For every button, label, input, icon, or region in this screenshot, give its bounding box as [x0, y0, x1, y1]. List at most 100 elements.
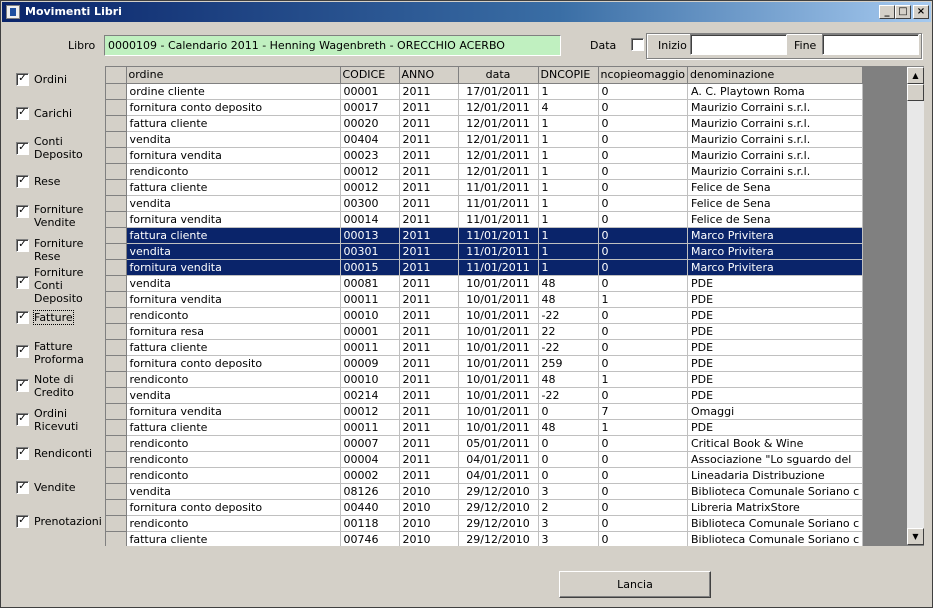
filter-checkbox[interactable]: ✓ [16, 73, 29, 86]
filter-checkbox-label[interactable]: Prenotazioni [34, 515, 102, 528]
row-selector[interactable] [106, 307, 127, 324]
maximize-button[interactable]: □ [895, 5, 911, 19]
filter-checkbox[interactable]: ✓ [16, 311, 29, 324]
table-row[interactable]: fornitura vendita 00015 2011 11/01/2011 1 0 Ma… [106, 259, 864, 276]
table-row[interactable]: fattura cliente 00013 2011 11/01/2011 1 0 Marc… [106, 227, 864, 244]
row-selector[interactable] [106, 131, 127, 148]
filter-checkbox[interactable]: ✓ [16, 447, 29, 460]
row-selector[interactable] [106, 371, 127, 388]
column-header[interactable]: DNCOPIE [538, 67, 599, 84]
data-checkbox[interactable] [631, 38, 644, 51]
filter-checkbox-label[interactable]: Note di Credito [34, 373, 74, 399]
scroll-up-button[interactable]: ▲ [907, 67, 924, 84]
row-selector[interactable] [106, 323, 127, 340]
row-selector[interactable] [106, 467, 127, 484]
lancia-button[interactable]: Lancia [559, 571, 711, 598]
table-row[interactable]: fornitura conto deposito 00440 2010 29/12/2… [106, 499, 864, 516]
row-selector[interactable] [106, 179, 127, 196]
filter-checkbox[interactable]: ✓ [16, 345, 29, 358]
filter-checkbox[interactable]: ✓ [16, 239, 29, 252]
table-row[interactable]: rendiconto 00002 2011 04/01/2011 0 0 Lineadari… [106, 467, 864, 484]
column-header[interactable]: ANNO [399, 67, 459, 84]
table-row[interactable]: fornitura conto deposito 00009 2011 10/01/2… [106, 355, 864, 372]
filter-checkbox[interactable]: ✓ [16, 142, 29, 155]
fine-input[interactable] [822, 34, 919, 55]
filter-checkbox-label[interactable]: Rese [34, 175, 60, 188]
scroll-thumb[interactable] [907, 84, 924, 101]
table-row[interactable]: fornitura vendita 00012 2011 10/01/2011 0 7 Om… [106, 403, 864, 420]
row-selector[interactable] [106, 291, 127, 308]
table-row[interactable]: rendiconto 00012 2011 12/01/2011 1 0 Maurizio … [106, 163, 864, 180]
table-row[interactable]: rendiconto 00004 2011 04/01/2011 0 0 Associazi… [106, 451, 864, 468]
row-selector[interactable] [106, 403, 127, 420]
row-selector[interactable] [106, 275, 127, 292]
filter-checkbox[interactable]: ✓ [16, 515, 29, 528]
row-selector[interactable] [106, 387, 127, 404]
close-button[interactable]: × [913, 5, 929, 19]
filter-checkbox-label[interactable]: Fatture Proforma [34, 340, 84, 366]
row-selector[interactable] [106, 515, 127, 532]
table-row[interactable]: vendita 00404 2011 12/01/2011 1 0 Maurizio Cor… [106, 131, 864, 148]
filter-checkbox-label[interactable]: Vendite [34, 481, 76, 494]
table-row[interactable]: fattura cliente 00746 2010 29/12/2010 3 0 Bibl… [106, 531, 864, 546]
table-row[interactable]: fornitura vendita 00011 2011 10/01/2011 48 1 P… [106, 291, 864, 308]
row-selector[interactable] [106, 531, 127, 546]
table-row[interactable]: fornitura vendita 00023 2011 12/01/2011 1 0 Ma… [106, 147, 864, 164]
row-selector[interactable] [106, 435, 127, 452]
libro-field[interactable]: 0000109 - Calendario 2011 - Henning Wage… [104, 35, 561, 56]
table-row[interactable]: fattura cliente 00020 2011 12/01/2011 1 0 Maur… [106, 115, 864, 132]
row-selector[interactable] [106, 339, 127, 356]
filter-checkbox[interactable]: ✓ [16, 481, 29, 494]
filter-checkbox-label[interactable]: Rendiconti [34, 447, 92, 460]
scroll-down-button[interactable]: ▼ [907, 528, 924, 545]
table-row[interactable]: rendiconto 00007 2011 05/01/2011 0 0 Critical … [106, 435, 864, 452]
filter-checkbox-label[interactable]: Ordini [34, 73, 67, 86]
minimize-button[interactable]: _ [879, 5, 895, 19]
filter-checkbox[interactable]: ✓ [16, 205, 29, 218]
row-selector[interactable] [106, 211, 127, 228]
inizio-input[interactable] [690, 34, 787, 55]
table-row[interactable]: fornitura resa 00001 2011 10/01/2011 22 0 PDE [106, 323, 864, 340]
table-row[interactable]: vendita 00301 2011 11/01/2011 1 0 Marco Privit… [106, 243, 864, 260]
title-bar[interactable]: Movimenti Libri _ □ × [2, 2, 931, 22]
column-header[interactable]: ordine [126, 67, 341, 84]
filter-checkbox-label[interactable]: Forniture Rese [34, 237, 83, 263]
column-header[interactable]: CODICE [340, 67, 400, 84]
filter-checkbox-label[interactable]: Conti Deposito [34, 135, 83, 161]
filter-checkbox[interactable]: ✓ [16, 276, 29, 289]
row-selector[interactable] [106, 259, 127, 276]
row-selector[interactable] [106, 419, 127, 436]
movements-grid[interactable]: ordine CODICE ANNO data DNCOPIE ncopieomaggio… [105, 66, 924, 546]
table-row[interactable]: fattura cliente 00012 2011 11/01/2011 1 0 Feli… [106, 179, 864, 196]
table-row[interactable]: rendiconto 00010 2011 10/01/2011 -22 0 PDE [106, 307, 864, 324]
table-row[interactable]: fattura cliente 00011 2011 10/01/2011 -22 0 PD… [106, 339, 864, 356]
table-row[interactable]: rendiconto 00010 2011 10/01/2011 48 1 PDE [106, 371, 864, 388]
filter-checkbox-label[interactable]: Carichi [34, 107, 72, 120]
table-row[interactable]: vendita 00214 2011 10/01/2011 -22 0 PDE [106, 387, 864, 404]
grid-vertical-scrollbar[interactable]: ▲ ▼ [907, 67, 924, 545]
table-row[interactable]: fattura cliente 00011 2011 10/01/2011 48 1 PDE [106, 419, 864, 436]
column-header[interactable]: denominazione [687, 67, 864, 84]
filter-checkbox[interactable]: ✓ [16, 413, 29, 426]
filter-checkbox-label[interactable]: Forniture Conti Deposito [34, 266, 83, 305]
row-selector[interactable] [106, 195, 127, 212]
table-row[interactable]: fornitura conto deposito 00017 2011 12/01/2… [106, 99, 864, 116]
filter-checkbox-label[interactable]: Fatture [33, 310, 74, 325]
row-selector[interactable] [106, 99, 127, 116]
table-row[interactable]: vendita 00081 2011 10/01/2011 48 0 PDE [106, 275, 864, 292]
table-row[interactable]: vendita 00300 2011 11/01/2011 1 0 Felice de Se… [106, 195, 864, 212]
row-selector[interactable] [106, 83, 127, 100]
filter-checkbox[interactable]: ✓ [16, 107, 29, 120]
row-selector[interactable] [106, 355, 127, 372]
row-selector[interactable] [106, 115, 127, 132]
row-selector[interactable] [106, 483, 127, 500]
table-row[interactable]: fornitura vendita 00014 2011 11/01/2011 1 0 Fe… [106, 211, 864, 228]
filter-checkbox[interactable]: ✓ [16, 379, 29, 392]
table-row[interactable]: rendiconto 00118 2010 29/12/2010 3 0 Bibliotec… [106, 515, 864, 532]
filter-checkbox-label[interactable]: Forniture Vendite [34, 203, 83, 229]
table-row[interactable]: ordine cliente 00001 2011 17/01/2011 1 0 A. C.… [106, 83, 864, 100]
row-selector[interactable] [106, 451, 127, 468]
row-selector[interactable] [106, 147, 127, 164]
row-selector[interactable] [106, 163, 127, 180]
row-selector[interactable] [106, 227, 127, 244]
